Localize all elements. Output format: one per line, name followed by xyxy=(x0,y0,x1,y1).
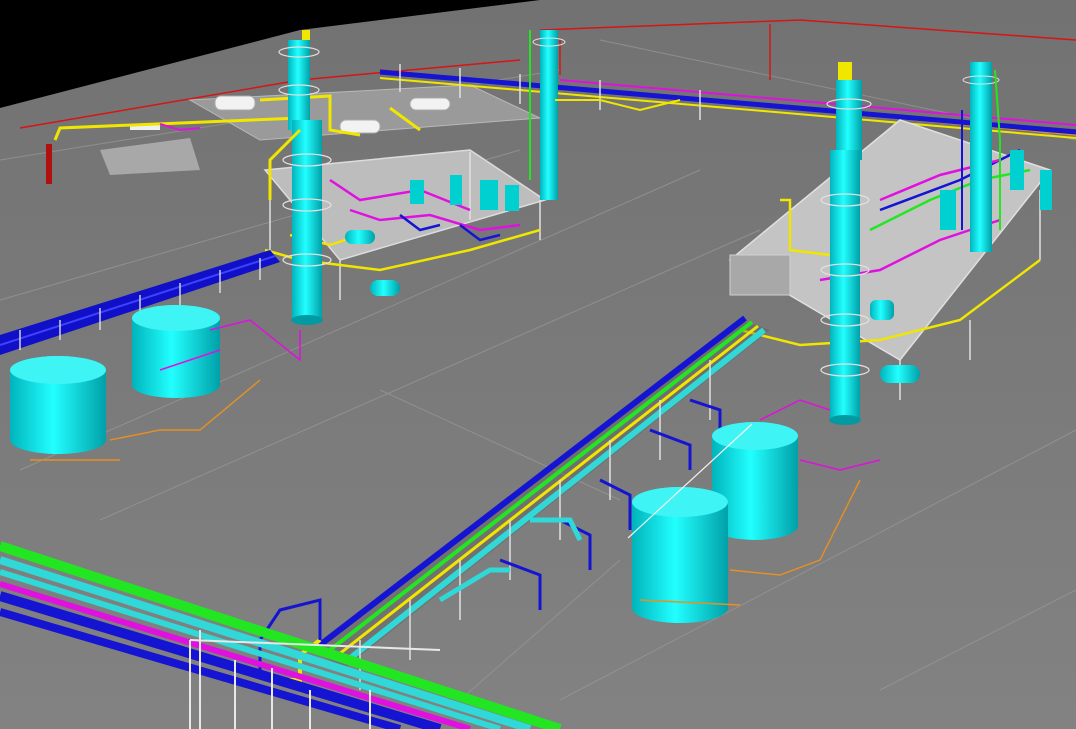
storage-tank xyxy=(132,305,220,398)
storage-tank xyxy=(10,356,106,454)
horizontal-vessel xyxy=(880,365,920,383)
plant-3d-scene xyxy=(0,0,1076,729)
horizontal-vessel xyxy=(370,280,400,296)
horizontal-vessel xyxy=(345,230,375,244)
